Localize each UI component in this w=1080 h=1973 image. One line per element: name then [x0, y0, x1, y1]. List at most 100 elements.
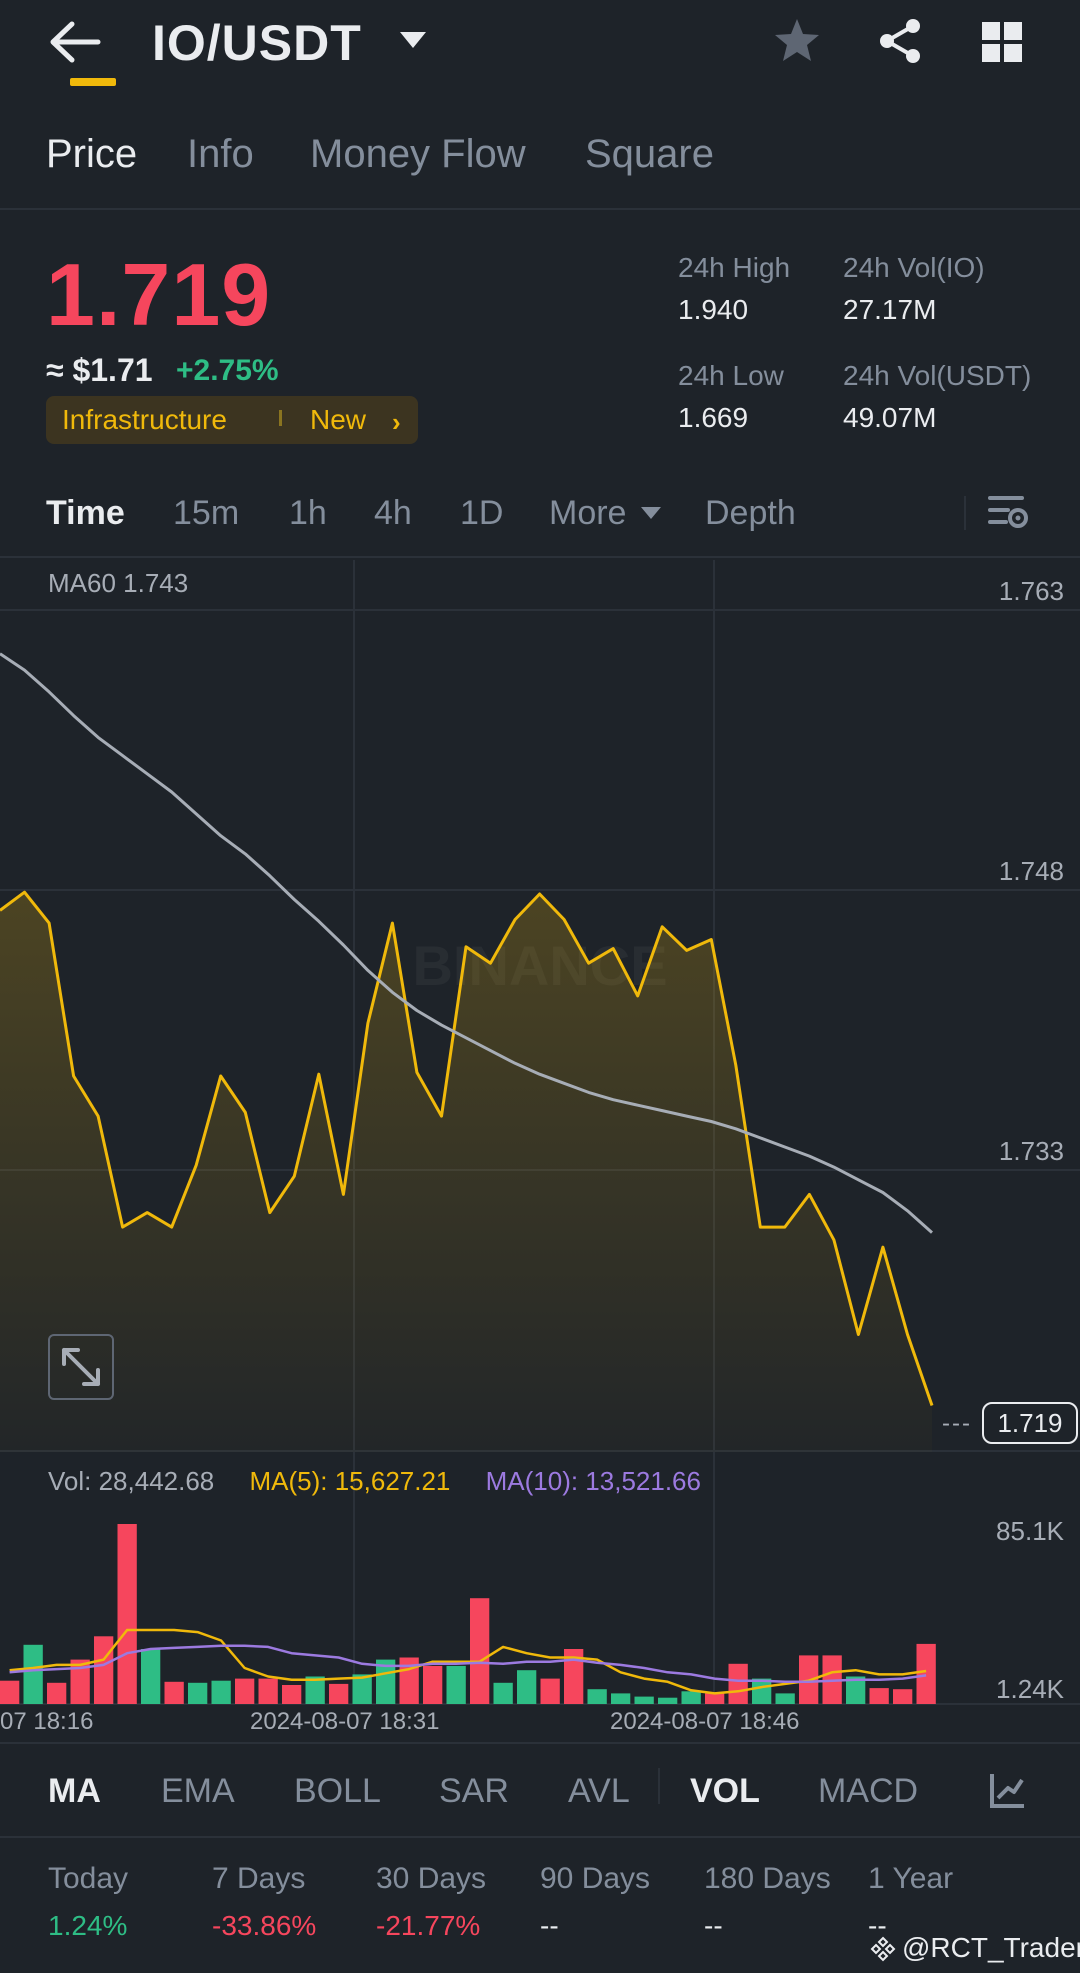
perf-value-today: 1.24% [48, 1910, 128, 1941]
expand-icon [62, 1348, 100, 1386]
interval-more[interactable]: More [549, 494, 626, 533]
watermark-handle: @RCT_Traders [902, 1932, 1080, 1963]
volume-bar [705, 1693, 725, 1704]
volume-bars [0, 1524, 936, 1704]
volume-bar [869, 1688, 889, 1704]
chevron-right-icon: › [392, 407, 401, 437]
vol-usdt-label: 24h Vol(USDT) [843, 360, 1032, 391]
expand-chart-button[interactable] [48, 1334, 114, 1400]
price-area [0, 892, 932, 1452]
high-label: 24h High [678, 252, 791, 283]
volume-bar [893, 1689, 913, 1704]
perf-label-90d: 90 Days [540, 1862, 651, 1895]
vol-io-label: 24h Vol(IO) [843, 252, 985, 283]
y-tick-label: 1.748 [998, 856, 1064, 886]
active-tab-indicator [70, 78, 116, 86]
share-icon[interactable] [875, 16, 925, 66]
volume-bar [916, 1643, 936, 1704]
indicator-ma[interactable]: MA [48, 1772, 101, 1811]
ma10-value: MA(10): 13,521.66 [485, 1466, 701, 1496]
perf-label-30d: 30 Days [376, 1862, 487, 1895]
vol-value: Vol: 28,442.68 [48, 1466, 215, 1496]
interval-bar: Time 15m 1h 4h 1D More Depth [0, 480, 1080, 558]
last-price-marker: 1.719 [982, 1402, 1078, 1444]
indicator-sar[interactable]: SAR [439, 1772, 509, 1811]
caret-down-icon[interactable] [640, 506, 662, 520]
volume-bar [235, 1678, 255, 1704]
indicator-avl[interactable]: AVL [568, 1772, 630, 1811]
chart-settings-icon[interactable] [986, 490, 1030, 534]
tag-new: New [310, 404, 367, 435]
vol-io-value: 27.17M [843, 294, 937, 325]
tab-info[interactable]: Info [187, 132, 254, 177]
y-tick-label: 1.763 [998, 576, 1064, 606]
perf-label-180d: 180 Days [704, 1862, 831, 1895]
volume-bar [141, 1649, 161, 1704]
low-label: 24h Low [678, 360, 784, 391]
interval-1h[interactable]: 1h [289, 494, 327, 533]
x-tick-label: 07 18:16 [0, 1708, 94, 1735]
ma60-label: MA60 1.743 [48, 568, 189, 598]
vol-y-tick-label: 1.24K [996, 1674, 1064, 1704]
perf-label-today: Today [48, 1862, 129, 1895]
x-tick-label: 2024-08-07 18:31 [250, 1708, 440, 1735]
high-value: 1.940 [678, 294, 749, 325]
indicator-vol[interactable]: VOL [690, 1772, 760, 1811]
binance-logo-icon [870, 1936, 896, 1962]
star-icon[interactable] [772, 16, 822, 66]
volume-bar [164, 1681, 184, 1704]
volume-bar [752, 1678, 772, 1704]
back-arrow-icon[interactable] [48, 20, 102, 64]
volume-bar [282, 1685, 302, 1704]
interval-1d[interactable]: 1D [460, 494, 503, 533]
volume-bar [47, 1682, 67, 1704]
indicator-chart-icon[interactable] [988, 1770, 1028, 1810]
volume-bar [258, 1678, 278, 1704]
price-chart[interactable]: BINANCE [0, 560, 1080, 1452]
interval-depth[interactable]: Depth [705, 494, 796, 533]
usd-price: ≈ $1.71 [46, 352, 153, 388]
caret-down-icon[interactable] [398, 30, 428, 50]
tab-square[interactable]: Square [585, 132, 714, 177]
interval-time[interactable]: Time [46, 494, 125, 533]
indicator-divider [658, 1768, 660, 1804]
tag-infrastructure: Infrastructure [62, 404, 227, 435]
last-price: 1.719 [46, 245, 272, 344]
perf-label-1y: 1 Year [868, 1862, 954, 1895]
volume-bar [0, 1680, 20, 1704]
volume-bar [587, 1689, 607, 1704]
change-percent: +2.75% [176, 354, 279, 387]
volume-bar [329, 1683, 349, 1704]
volume-bar [540, 1678, 560, 1704]
volume-bar [188, 1682, 208, 1704]
volume-bar [23, 1644, 43, 1704]
volume-bar [775, 1693, 795, 1704]
perf-label-7d: 7 Days [212, 1862, 306, 1895]
interval-4h[interactable]: 4h [374, 494, 412, 533]
interval-15m[interactable]: 15m [173, 494, 239, 533]
pair-title[interactable]: IO/USDT [152, 14, 362, 72]
grid-icon[interactable] [980, 20, 1024, 64]
tab-price[interactable]: Price [46, 132, 137, 177]
low-value: 1.669 [678, 402, 749, 433]
last-price-dashes: --- [942, 1410, 972, 1437]
volume-bar [517, 1670, 537, 1704]
volume-bar [681, 1691, 701, 1704]
indicator-macd[interactable]: MACD [818, 1772, 918, 1811]
volume-bar [611, 1693, 631, 1704]
volume-bar [423, 1665, 443, 1704]
indicator-boll[interactable]: BOLL [294, 1772, 381, 1811]
tab-money-flow[interactable]: Money Flow [310, 132, 526, 177]
volume-bar [634, 1696, 654, 1704]
volume-bar [117, 1524, 137, 1704]
volume-bar [211, 1680, 231, 1704]
volume-bar [658, 1697, 678, 1704]
perf-value-7d: -33.86% [212, 1910, 317, 1941]
vol-usdt-value: 49.07M [843, 402, 937, 433]
interval-divider [964, 496, 966, 530]
volume-bar [470, 1598, 490, 1704]
x-tick-label: 2024-08-07 18:46 [610, 1708, 800, 1735]
perf-value-30d: -21.77% [376, 1910, 481, 1941]
indicator-ema[interactable]: EMA [161, 1772, 235, 1811]
perf-value-90d: -- [540, 1910, 559, 1941]
